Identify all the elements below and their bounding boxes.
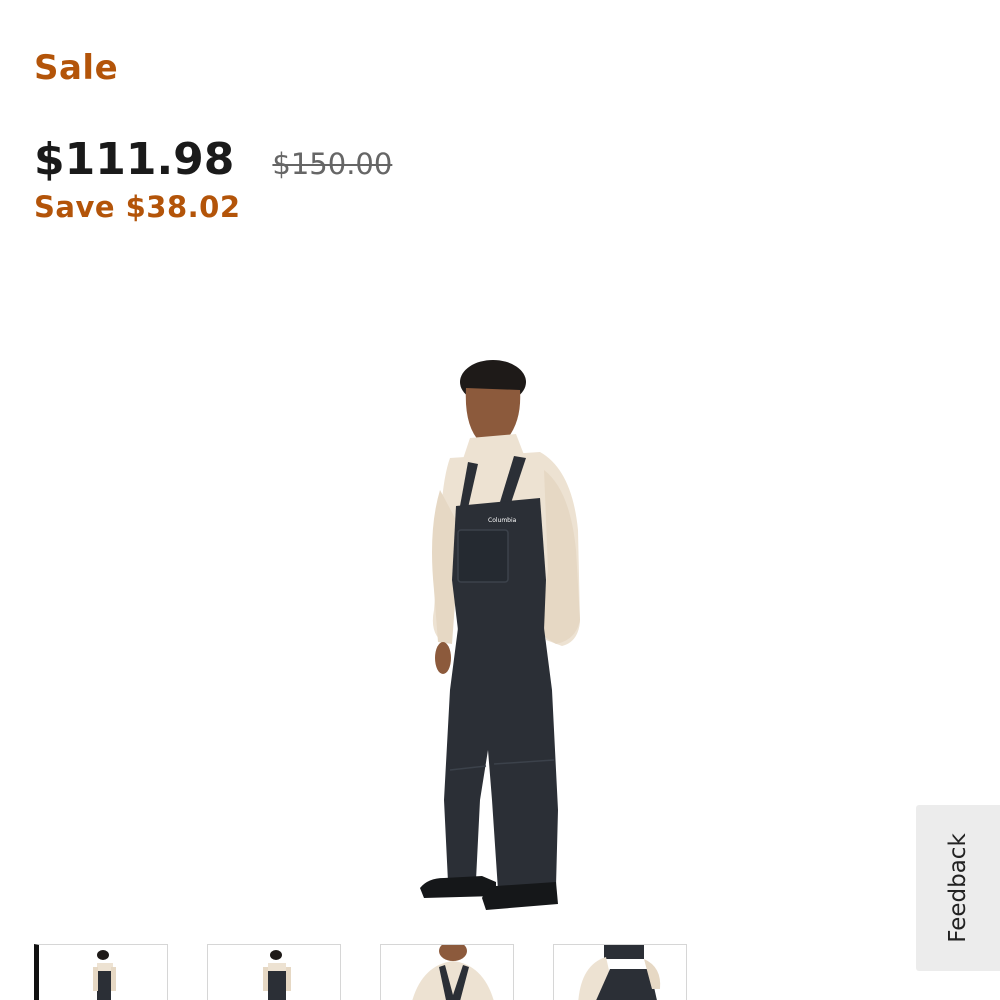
savings-text: Save $38.02 <box>34 190 241 224</box>
sale-label: Sale <box>34 48 119 88</box>
current-price: $111.98 <box>34 134 235 185</box>
thumbnail-2[interactable] <box>207 944 341 1000</box>
thumbnail-strip <box>34 944 694 1000</box>
feedback-label: Feedback <box>945 833 971 943</box>
feedback-tab[interactable]: Feedback <box>916 805 1000 971</box>
product-detail-page: Sale $111.98 $150.00 Save $38.02 Columbi… <box>0 0 1000 1000</box>
product-main-image[interactable]: Columbia <box>300 330 700 940</box>
thumbnail-1[interactable] <box>34 944 168 1000</box>
pants-shape <box>444 628 558 890</box>
bib-logo-text: Columbia <box>488 517 517 524</box>
thumbnail-4-image <box>578 945 661 1000</box>
price-row: $111.98 $150.00 <box>34 134 392 185</box>
original-price: $150.00 <box>272 147 393 181</box>
thumbnail-4[interactable] <box>553 944 687 1000</box>
left-hand-shape <box>435 642 451 674</box>
thumbnail-1-image <box>93 950 116 1000</box>
chest-pocket-shape <box>457 529 509 583</box>
thumbnail-2-image <box>263 950 291 1000</box>
thumbnail-3-image <box>412 945 494 1000</box>
thumbnail-3[interactable] <box>380 944 514 1000</box>
